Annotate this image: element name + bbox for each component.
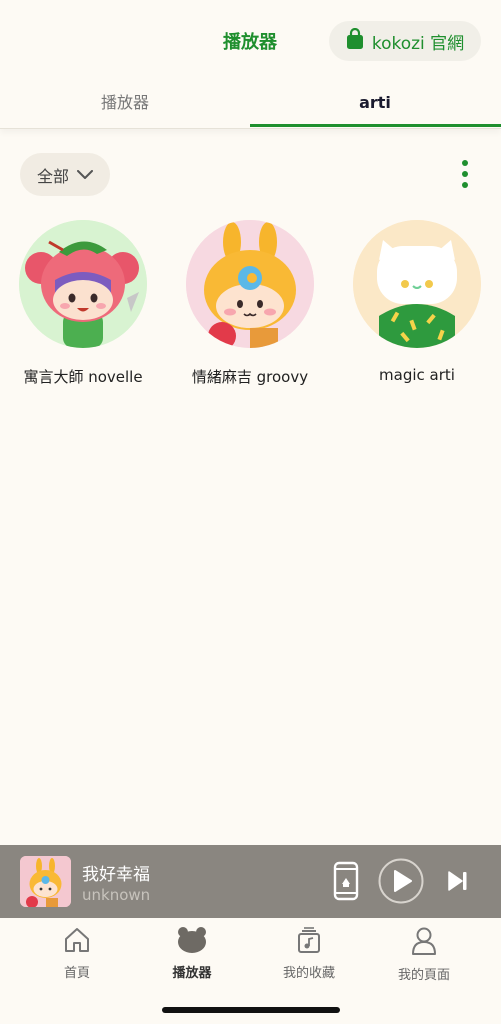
filter-selected-label: 全部 <box>36 166 69 186</box>
skip-next-icon <box>447 871 469 896</box>
next-track-button[interactable] <box>447 870 469 896</box>
more-options-button[interactable] <box>455 158 475 192</box>
tab-bar: 播放器 arti <box>0 82 501 129</box>
bear-icon <box>177 927 207 958</box>
collection-icon <box>295 927 323 958</box>
home-indicator <box>162 1007 340 1013</box>
nav-label-player: 播放器 <box>172 966 212 981</box>
official-shop-label: kokozi 官網 <box>371 33 465 54</box>
arti-card-magic[interactable]: magic arti <box>334 220 500 384</box>
nav-item-profile[interactable]: 我的頁面 <box>364 926 484 983</box>
arti-label-magic: magic arti <box>379 366 455 384</box>
nav-item-player[interactable]: 播放器 <box>132 926 252 981</box>
chevron-down-icon <box>77 165 93 184</box>
tab-arti[interactable]: arti <box>250 82 500 126</box>
arti-label-novelle: 寓言大師 novelle <box>23 368 143 386</box>
profile-icon <box>410 927 438 960</box>
arti-card-groovy[interactable]: 情緒麻吉 groovy <box>167 220 333 387</box>
nav-label-collection: 我的收藏 <box>282 966 335 981</box>
home-icon <box>63 928 91 958</box>
filter-dropdown[interactable]: 全部 <box>20 153 110 196</box>
device-connect-button[interactable] <box>333 861 359 905</box>
page-title: 播放器 <box>223 32 277 53</box>
active-tab-indicator <box>250 124 501 127</box>
arti-avatar-groovy <box>186 220 314 348</box>
phone-device-icon <box>333 861 359 905</box>
arti-label-groovy: 情緒麻吉 groovy <box>191 368 309 386</box>
nav-item-collection[interactable]: 我的收藏 <box>249 926 369 981</box>
play-button[interactable] <box>378 858 424 908</box>
mini-player[interactable]: 我好幸福 unknown <box>0 845 501 918</box>
now-playing-artwork <box>20 856 71 907</box>
arti-avatar-magic <box>353 220 481 348</box>
tab-player[interactable]: 播放器 <box>0 82 250 126</box>
arti-avatar-novelle <box>19 220 147 348</box>
nav-item-home[interactable]: 首頁 <box>17 926 137 981</box>
official-shop-button[interactable]: kokozi 官網 <box>329 21 481 61</box>
header: 播放器 kokozi 官網 <box>0 0 501 82</box>
more-vertical-icon <box>455 160 475 196</box>
nav-label-home: 首頁 <box>63 966 90 981</box>
now-playing-artist: unknown <box>82 886 151 904</box>
play-icon <box>378 858 424 908</box>
nav-label-profile: 我的頁面 <box>397 968 450 983</box>
arti-card-novelle[interactable]: 寓言大師 novelle <box>0 220 166 387</box>
now-playing-title: 我好幸福 <box>82 865 150 885</box>
shopping-bag-icon <box>346 27 364 55</box>
